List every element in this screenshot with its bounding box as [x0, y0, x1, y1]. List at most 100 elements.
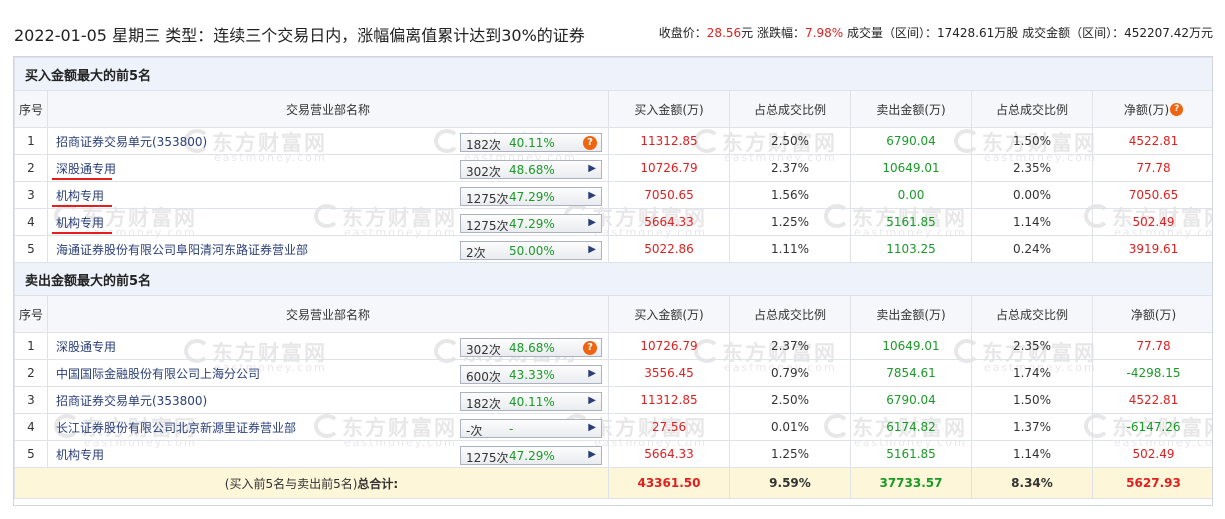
sell-amount: 0.00 — [850, 181, 972, 209]
branch-name-link[interactable]: 招商证券交易单元(353800) — [56, 135, 207, 149]
win-rate: 47.29% — [509, 449, 555, 463]
branch-name-link[interactable]: 海通证券股份有限公司阜阳清河东路证券营业部 — [56, 243, 308, 257]
col-header-seq: 序号 — [14, 295, 48, 333]
expand-arrow-icon[interactable]: ▶ — [588, 368, 596, 379]
row-seq: 3 — [14, 386, 48, 414]
buy-ratio: 2.50% — [729, 386, 851, 414]
expand-arrow-icon[interactable]: ▶ — [588, 422, 596, 433]
row-seq: 5 — [14, 235, 48, 263]
buy-ratio: 0.01% — [729, 413, 851, 441]
net-amount: 502.49 — [1092, 440, 1212, 468]
help-icon[interactable]: ? — [583, 341, 597, 355]
total-sell-amount: 37733.57 — [850, 467, 972, 499]
expand-arrow-icon[interactable]: ▶ — [588, 217, 596, 228]
total-buy-ratio: 9.59% — [729, 467, 851, 499]
sell-ratio: 0.00% — [971, 181, 1093, 209]
net-amount: 3919.61 — [1092, 235, 1212, 263]
branch-name-link[interactable]: 深股通专用 — [56, 340, 116, 354]
sell-amount: 6790.04 — [850, 127, 972, 155]
appearance-count: 182次 — [466, 397, 501, 411]
branch-name-link[interactable]: 中国国际金融股份有限公司上海分公司 — [56, 367, 260, 381]
col-header-net-amount: 净额(万)? — [1092, 90, 1212, 128]
appearance-count: 302次 — [466, 165, 501, 179]
buy-ratio: 1.56% — [729, 181, 851, 209]
net-amount: 4522.81 — [1092, 127, 1212, 155]
total-label-bold: 总合计: — [357, 476, 399, 491]
branch-stats-button[interactable]: 182次 40.11%? — [460, 133, 602, 152]
table-row: 1 招商证券交易单元(353800) 182次 40.11%? 11312.85 2.50… — [14, 127, 1212, 155]
branch-cell: 深股通专用 302次 48.68% ▶ — [47, 154, 609, 182]
buy-amount: 5664.33 — [608, 440, 730, 468]
branch-cell: 招商证券交易单元(353800) 182次 40.11%? — [47, 127, 609, 155]
row-seq: 3 — [14, 181, 48, 209]
appearance-count: 2次 — [466, 246, 486, 260]
red-underline-mark — [52, 232, 112, 234]
buy-ratio: 1.11% — [729, 235, 851, 263]
win-rate: 40.11% — [509, 395, 555, 409]
price-summary: 收盘价：28.56元 涨跌幅：7.98% 成交量（区间）：17428.61万股 … — [658, 26, 1213, 40]
buy-amount: 10726.79 — [608, 154, 730, 182]
branch-stats-button[interactable]: -次 - ▶ — [460, 419, 602, 438]
expand-arrow-icon[interactable]: ▶ — [588, 244, 596, 255]
table-row: 1 深股通专用 302次 48.68%? 10726.79 2.37% 10649.01 2.… — [14, 332, 1212, 360]
branch-stats-button[interactable]: 302次 48.68%? — [460, 338, 602, 357]
appearance-count: 1275次 — [466, 451, 509, 465]
sell-ratio: 1.50% — [971, 386, 1093, 414]
buy-amount: 3556.45 — [608, 359, 730, 387]
net-header-label: 净额(万) — [1123, 102, 1170, 117]
branch-stats-button[interactable]: 1275次 47.29% ▶ — [460, 446, 602, 465]
appearance-count: 182次 — [466, 138, 501, 152]
row-seq: 1 — [14, 332, 48, 360]
expand-arrow-icon[interactable]: ▶ — [588, 395, 596, 406]
buy-ratio: 1.25% — [729, 208, 851, 236]
buy-amount: 5664.33 — [608, 208, 730, 236]
expand-arrow-icon[interactable]: ▶ — [588, 163, 596, 174]
page-header: 2022-01-05 星期三 类型：连续三个交易日内，涨幅偏离值累计达到30%的… — [0, 0, 1225, 50]
branch-name-link[interactable]: 招商证券交易单元(353800) — [56, 394, 207, 408]
row-seq: 2 — [14, 359, 48, 387]
col-header-branch-name: 交易营业部名称 — [47, 295, 609, 333]
col-header-sell-amount: 卖出金额(万) — [850, 295, 972, 333]
branch-name-link[interactable]: 机构专用 — [56, 216, 104, 230]
branch-stats-button[interactable]: 182次 40.11% ▶ — [460, 392, 602, 411]
sell-ratio: 1.37% — [971, 413, 1093, 441]
branch-stats-button[interactable]: 1275次 47.29% ▶ — [460, 187, 602, 206]
help-icon[interactable]: ? — [583, 136, 597, 150]
total-buy-amount: 43361.50 — [608, 467, 730, 499]
branch-stats-button[interactable]: 600次 43.33% ▶ — [460, 365, 602, 384]
buy-ratio: 1.25% — [729, 440, 851, 468]
net-amount: 502.49 — [1092, 208, 1212, 236]
sell-section-title-row: 卖出金额最大的前5名 — [14, 262, 1212, 296]
sell-amount: 6790.04 — [850, 386, 972, 414]
branch-cell: 机构专用 1275次 47.29% ▶ — [47, 181, 609, 209]
table-row: 2 中国国际金融股份有限公司上海分公司 600次 43.33% ▶ 3556.45 0.79… — [14, 359, 1212, 387]
expand-arrow-icon[interactable]: ▶ — [588, 449, 596, 460]
sell-amount: 10649.01 — [850, 332, 972, 360]
help-icon[interactable]: ? — [1170, 102, 1184, 116]
branch-name-link[interactable]: 机构专用 — [56, 189, 104, 203]
net-amount: 77.78 — [1092, 154, 1212, 182]
expand-arrow-icon[interactable]: ▶ — [588, 190, 596, 201]
table-row: 4 机构专用 1275次 47.29% ▶ 5664.33 1.25% 5161.85 1.14… — [14, 208, 1212, 236]
branch-stats-button[interactable]: 302次 48.68% ▶ — [460, 160, 602, 179]
appearance-count: 1275次 — [466, 219, 509, 233]
appearance-count: 1275次 — [466, 192, 509, 206]
branch-name-link[interactable]: 机构专用 — [56, 448, 104, 462]
buy-amount: 27.56 — [608, 413, 730, 441]
branch-name-link[interactable]: 长江证券股份有限公司北京新源里证券营业部 — [56, 421, 296, 435]
buy-amount: 10726.79 — [608, 332, 730, 360]
appearance-count: 600次 — [466, 370, 501, 384]
net-amount: -4298.15 — [1092, 359, 1212, 387]
branch-name-link[interactable]: 深股通专用 — [56, 162, 116, 176]
branch-stats-button[interactable]: 1275次 47.29% ▶ — [460, 214, 602, 233]
col-header-buy-ratio: 占总成交比例 — [729, 90, 851, 128]
buy-ratio: 2.50% — [729, 127, 851, 155]
win-rate: 40.11% — [509, 136, 555, 150]
sell-amount: 7854.61 — [850, 359, 972, 387]
sell-amount: 5161.85 — [850, 440, 972, 468]
branch-stats-button[interactable]: 2次 50.00% ▶ — [460, 241, 602, 260]
row-seq: 2 — [14, 154, 48, 182]
col-header-branch-name: 交易营业部名称 — [47, 90, 609, 128]
total-net-amount: 5627.93 — [1092, 467, 1212, 499]
sell-ratio: 1.50% — [971, 127, 1093, 155]
